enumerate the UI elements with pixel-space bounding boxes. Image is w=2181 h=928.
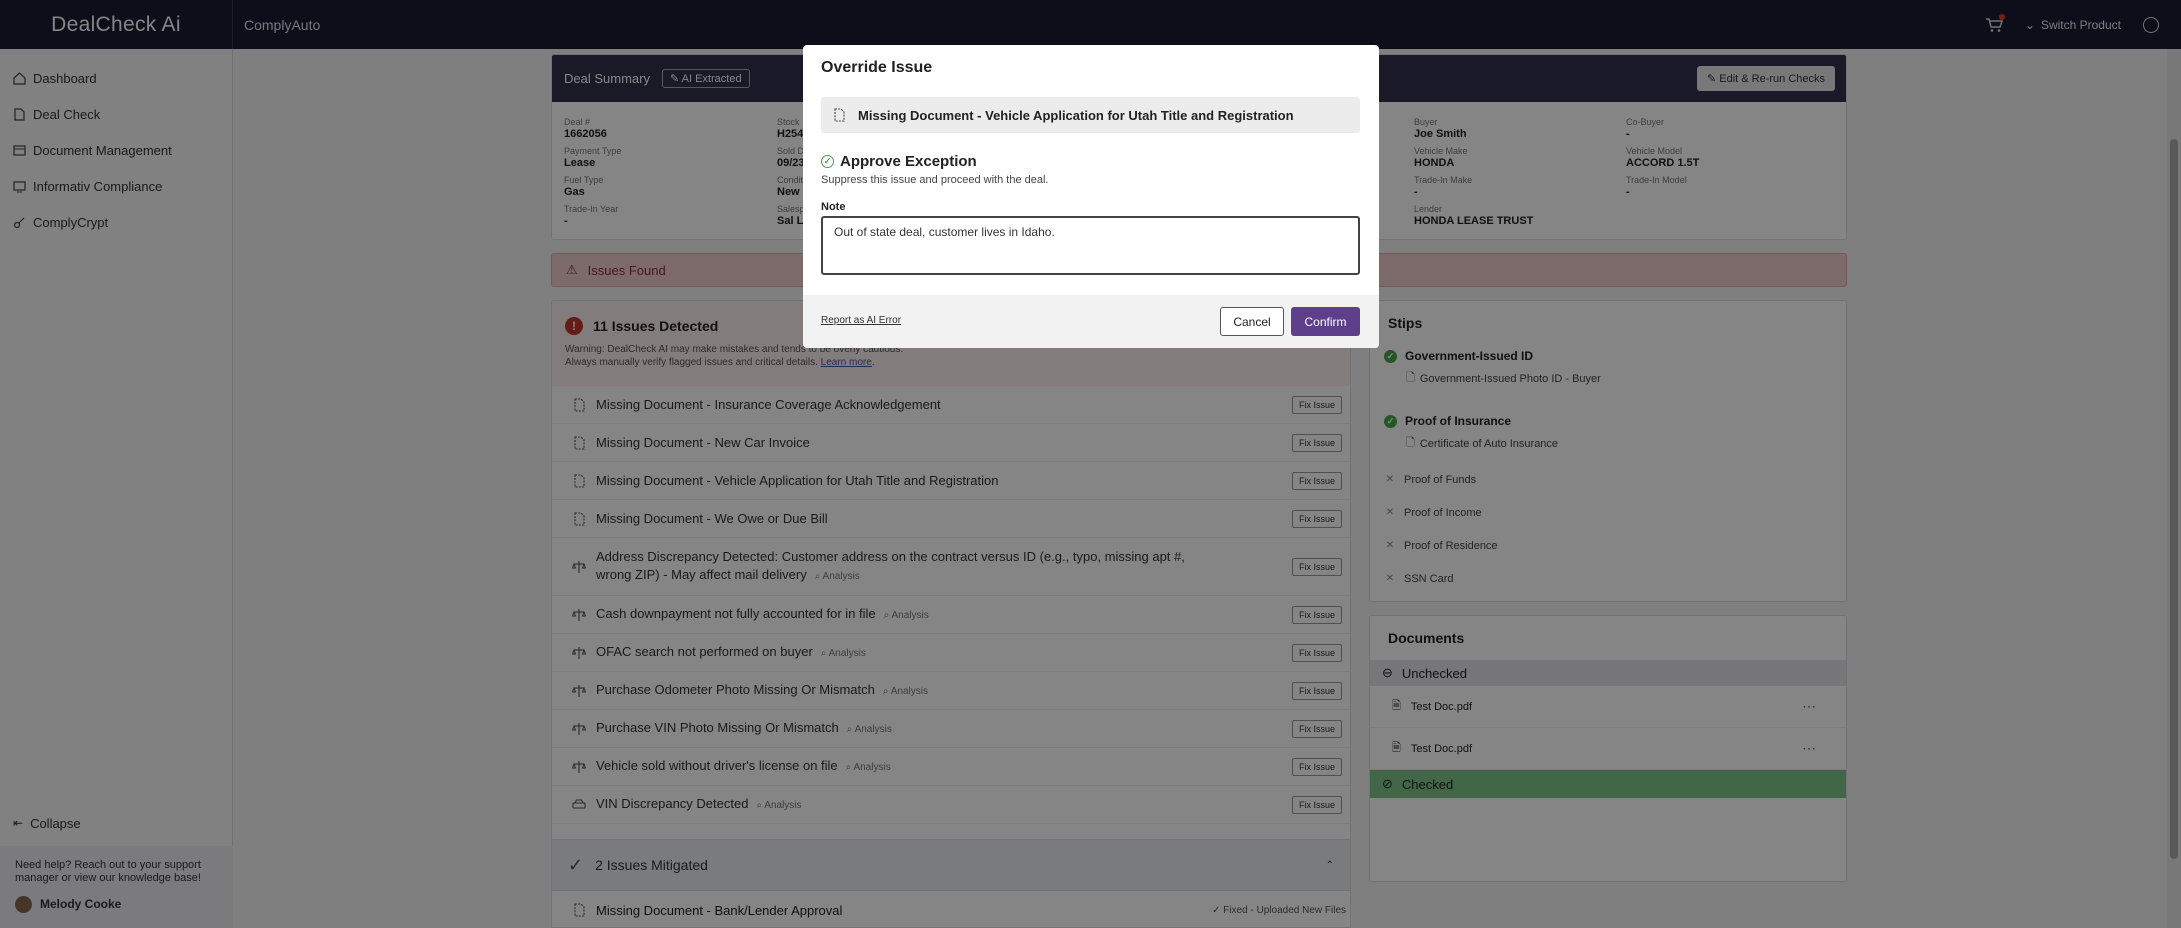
confirm-button[interactable]: Confirm	[1291, 307, 1360, 336]
modal-footer: Report as AI Error Cancel Confirm	[803, 295, 1379, 348]
approve-exception-description: Suppress this issue and proceed with the…	[821, 174, 1049, 186]
selected-issue-text: Missing Document - Vehicle Application f…	[858, 107, 1294, 123]
override-issue-modal: Override Issue Missing Document - Vehicl…	[803, 45, 1379, 348]
cancel-button[interactable]: Cancel	[1220, 307, 1284, 336]
selected-issue: Missing Document - Vehicle Application f…	[821, 97, 1360, 133]
approve-exception-option[interactable]: ✓ Approve Exception	[821, 153, 977, 170]
check-circle-icon: ✓	[821, 155, 834, 168]
note-label: Note	[821, 201, 846, 213]
approve-exception-title: Approve Exception	[840, 153, 977, 170]
missing-document-icon	[834, 108, 845, 122]
report-ai-error-link[interactable]: Report as AI Error	[821, 315, 901, 326]
note-textarea[interactable]	[821, 216, 1360, 275]
modal-title: Override Issue	[821, 59, 933, 76]
